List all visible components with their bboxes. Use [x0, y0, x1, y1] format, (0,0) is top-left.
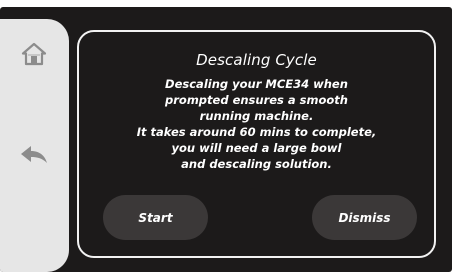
message-line: and descaling solution.: [181, 157, 332, 171]
descaling-dialog: Descaling Cycle Descaling your MCE34 whe…: [77, 30, 436, 258]
back-button[interactable]: [16, 137, 52, 173]
dismiss-button[interactable]: Dismiss: [312, 195, 417, 240]
machine-display: Descaling Cycle Descaling your MCE34 whe…: [0, 7, 452, 272]
message-line: prompted ensures a smooth: [165, 93, 348, 107]
message-line: running machine.: [199, 109, 314, 123]
message-line: Descaling your MCE34 when: [165, 77, 348, 91]
sidebar: [0, 19, 69, 272]
back-arrow-icon: [21, 146, 47, 163]
message-line: It takes around 60 mins to complete,: [136, 125, 377, 139]
dialog-message: Descaling your MCE34 when prompted ensur…: [85, 76, 428, 172]
home-button[interactable]: [16, 36, 52, 72]
dialog-title: Descaling Cycle: [196, 51, 317, 69]
screen: Descaling Cycle Descaling your MCE34 whe…: [0, 0, 455, 275]
home-icon: [21, 42, 47, 66]
start-button[interactable]: Start: [103, 195, 208, 240]
message-line: you will need a large bowl: [171, 141, 342, 155]
